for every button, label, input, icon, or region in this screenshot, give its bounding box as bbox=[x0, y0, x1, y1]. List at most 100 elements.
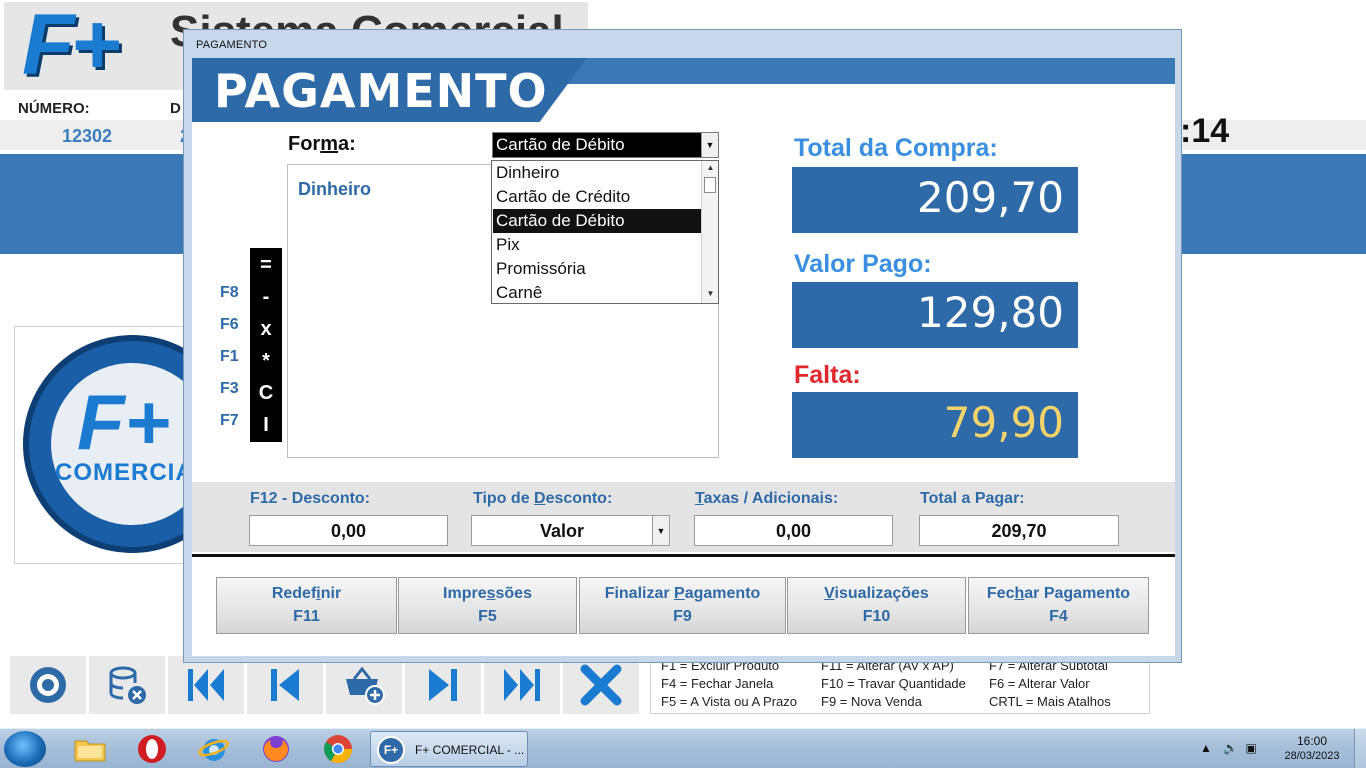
total-compra-value: 209,70 bbox=[792, 167, 1078, 233]
skip-previous-icon bbox=[271, 669, 299, 701]
falta-label: Falta: bbox=[794, 361, 861, 389]
shortcuts-legend: F1 = Excluir Produto F11 = Alterar (AV x… bbox=[650, 656, 1150, 714]
volume-icon[interactable]: 🔊 bbox=[1223, 741, 1238, 755]
total-pagar-label: Total a Pagar: bbox=[920, 490, 1025, 507]
button-shortcut: F11 bbox=[293, 608, 320, 625]
forma-select[interactable]: Cartão de Débito ▼ bbox=[492, 132, 719, 158]
numero-value: 12302 bbox=[62, 126, 113, 146]
forma-dropdown-list[interactable]: Dinheiro Cartão de Crédito Cartão de Déb… bbox=[491, 160, 719, 304]
impressoes-button[interactable]: Impressões F5 bbox=[398, 577, 577, 634]
divider bbox=[192, 554, 1175, 557]
forma-option-carne[interactable]: Carnê bbox=[493, 281, 701, 305]
taxas-input[interactable]: 0,00 bbox=[694, 515, 893, 546]
scroll-thumb[interactable] bbox=[704, 177, 716, 193]
op-i: I bbox=[263, 414, 269, 436]
dialog-content: PAGAMENTO Forma: Cartão de Débito ▼ Dinh… bbox=[192, 58, 1175, 656]
toolbar-next-button[interactable] bbox=[405, 656, 481, 714]
toolbar-add-basket-button[interactable] bbox=[326, 656, 402, 714]
shortcut-key: F7 bbox=[220, 412, 239, 429]
app-logo: F+ bbox=[22, 0, 121, 93]
database-remove-icon bbox=[109, 666, 146, 704]
tray-clock[interactable]: 16:00 bbox=[1282, 734, 1342, 748]
chevron-down-icon[interactable]: ▼ bbox=[701, 133, 718, 157]
basket-add-icon bbox=[346, 666, 385, 705]
tray-date[interactable]: 28/03/2023 bbox=[1276, 750, 1348, 762]
desconto-input[interactable]: 0,00 bbox=[249, 515, 448, 546]
logo-wordmark: COMERCIA bbox=[55, 459, 194, 486]
main-toolbar bbox=[10, 656, 639, 714]
forma-option-cartao-credito[interactable]: Cartão de Crédito bbox=[493, 185, 701, 209]
close-icon bbox=[580, 664, 622, 706]
system-tray: ▲ 🔊 ▣ bbox=[1200, 741, 1257, 755]
forma-option-cartao-debito[interactable]: Cartão de Débito bbox=[493, 209, 701, 233]
valor-pago-value: 129,80 bbox=[792, 282, 1078, 348]
fechar-pagamento-button[interactable]: Fechar Pagamento F4 bbox=[968, 577, 1149, 634]
toolbar-last-button[interactable] bbox=[484, 656, 560, 714]
taskbar-opera[interactable] bbox=[124, 732, 180, 766]
taskbar-chrome[interactable] bbox=[310, 732, 366, 766]
scroll-up-icon[interactable]: ▲ bbox=[702, 163, 719, 175]
forma-option-dinheiro[interactable]: Dinheiro bbox=[493, 161, 701, 185]
forma-option-pix[interactable]: Pix bbox=[493, 233, 701, 257]
opera-icon bbox=[138, 735, 166, 763]
forma-option-promissoria[interactable]: Promissória bbox=[493, 257, 701, 281]
chevron-down-icon[interactable]: ▼ bbox=[652, 516, 669, 545]
finalizar-pagamento-button[interactable]: Finalizar Pagamento F9 bbox=[579, 577, 786, 634]
show-desktop-button[interactable] bbox=[1354, 729, 1366, 768]
button-shortcut: F4 bbox=[1049, 608, 1068, 625]
button-shortcut: F5 bbox=[478, 608, 497, 625]
toolbar-disc-button[interactable] bbox=[10, 656, 86, 714]
desconto-label: F12 - Desconto: bbox=[250, 490, 371, 507]
toolbar-cancel-button[interactable] bbox=[563, 656, 639, 714]
total-compra-label: Total da Compra: bbox=[794, 134, 998, 162]
toolbar-database-remove-button[interactable] bbox=[89, 656, 165, 714]
payment-item[interactable]: Dinheiro bbox=[298, 179, 371, 200]
button-shortcut: F10 bbox=[862, 608, 891, 625]
toolbar-first-button[interactable] bbox=[168, 656, 244, 714]
logo-mark: F+ bbox=[77, 378, 171, 466]
redefinir-button[interactable]: Redefinir F11 bbox=[216, 577, 397, 634]
shortcut-key: F1 bbox=[220, 348, 239, 365]
op-multiply: x bbox=[260, 318, 272, 340]
folder-icon bbox=[74, 740, 106, 762]
shortcut-key: F3 bbox=[220, 380, 239, 397]
tray-arrow-icon[interactable]: ▲ bbox=[1200, 741, 1212, 755]
clock-partial: :14 bbox=[1180, 112, 1230, 150]
header-tab: PAGAMENTO bbox=[192, 58, 587, 122]
app-icon: F+ bbox=[377, 736, 405, 764]
op-equals: = bbox=[260, 254, 272, 276]
forma-label: Forma: bbox=[288, 133, 356, 155]
numero-label: NÚMERO: bbox=[18, 100, 90, 117]
tipo-desconto-value: Valor bbox=[539, 521, 585, 541]
disc-icon bbox=[30, 667, 66, 703]
network-icon[interactable]: ▣ bbox=[1246, 741, 1257, 755]
button-shortcut: F9 bbox=[673, 608, 692, 625]
chrome-icon bbox=[324, 735, 352, 763]
taskbar-ie[interactable] bbox=[186, 732, 242, 766]
falta-value: 79,90 bbox=[792, 392, 1078, 458]
tipo-desconto-select[interactable]: Valor ▼ bbox=[471, 515, 670, 546]
taskbar-app-fcomercial[interactable]: F+ F+ COMERCIAL - ... bbox=[370, 731, 528, 767]
dialog-window-title: PAGAMENTO bbox=[196, 39, 268, 51]
internet-explorer-icon bbox=[198, 739, 230, 761]
dropdown-scrollbar[interactable]: ▲ ▼ bbox=[701, 161, 718, 303]
firefox-icon bbox=[263, 736, 289, 762]
valor-pago-label: Valor Pago: bbox=[794, 250, 932, 278]
total-pagar-value: 209,70 bbox=[919, 515, 1119, 546]
shortcut-key: F6 bbox=[220, 316, 239, 333]
skip-first-icon bbox=[188, 669, 224, 701]
skip-last-icon bbox=[504, 669, 540, 701]
company-logo-box: F+ COMERCIA bbox=[14, 326, 194, 564]
shortcut-row: F5 = A Vista ou A Prazo F9 = Nova Venda … bbox=[661, 694, 1111, 709]
taskbar-firefox[interactable] bbox=[248, 732, 304, 766]
visualizacoes-button[interactable]: Visualizações F10 bbox=[787, 577, 966, 634]
taskbar-app-label: F+ COMERCIAL - ... bbox=[415, 743, 525, 757]
date-label-partial: D bbox=[170, 100, 181, 117]
toolbar-previous-button[interactable] bbox=[247, 656, 323, 714]
start-button[interactable] bbox=[4, 731, 46, 767]
shortcut-ops: = - x * C I bbox=[250, 248, 282, 442]
taskbar-explorer[interactable] bbox=[62, 732, 118, 766]
scroll-down-icon[interactable]: ▼ bbox=[702, 289, 719, 301]
op-c: C bbox=[258, 382, 274, 404]
tipo-desconto-label: Tipo de Desconto: bbox=[473, 490, 613, 507]
